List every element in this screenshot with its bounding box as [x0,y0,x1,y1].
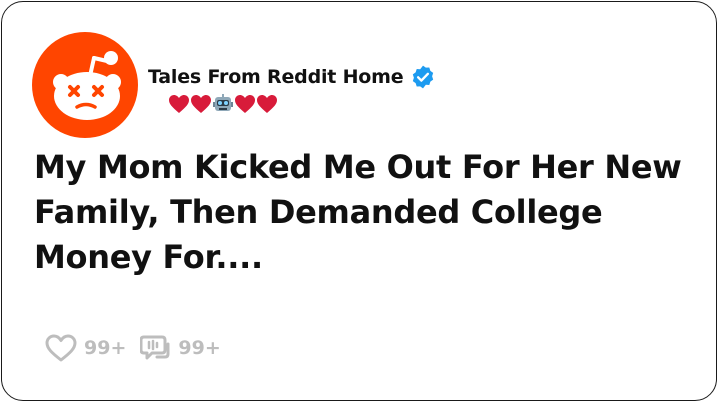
heart-emoji-icon [169,95,189,113]
post-footer: 99+ 99+ [44,332,221,364]
post-card[interactable]: Tales From Reddit Home My Mom Kicked Me … [1,1,717,401]
name-row: Tales From Reddit Home [148,64,436,90]
comment-stat[interactable]: 99+ [140,332,221,364]
account-name[interactable]: Tales From Reddit Home [148,66,404,88]
post-header: Tales From Reddit Home [148,64,436,115]
bio-emoji-row [168,93,436,115]
comment-bubble-icon[interactable] [140,332,172,364]
heart-outline-icon[interactable] [44,333,78,363]
heart-emoji-icon [191,95,211,113]
robot-emoji-icon [213,94,233,111]
like-count: 99+ [84,337,127,359]
post-title[interactable]: My Mom Kicked Me Out For Her New Family,… [34,145,706,280]
comment-count: 99+ [178,337,221,359]
verified-badge-icon [413,65,434,89]
reddit-snoo-avatar-icon[interactable] [32,32,138,138]
heart-emoji-icon [257,95,277,113]
heart-emoji-icon [235,95,255,113]
like-stat[interactable]: 99+ [44,333,126,363]
